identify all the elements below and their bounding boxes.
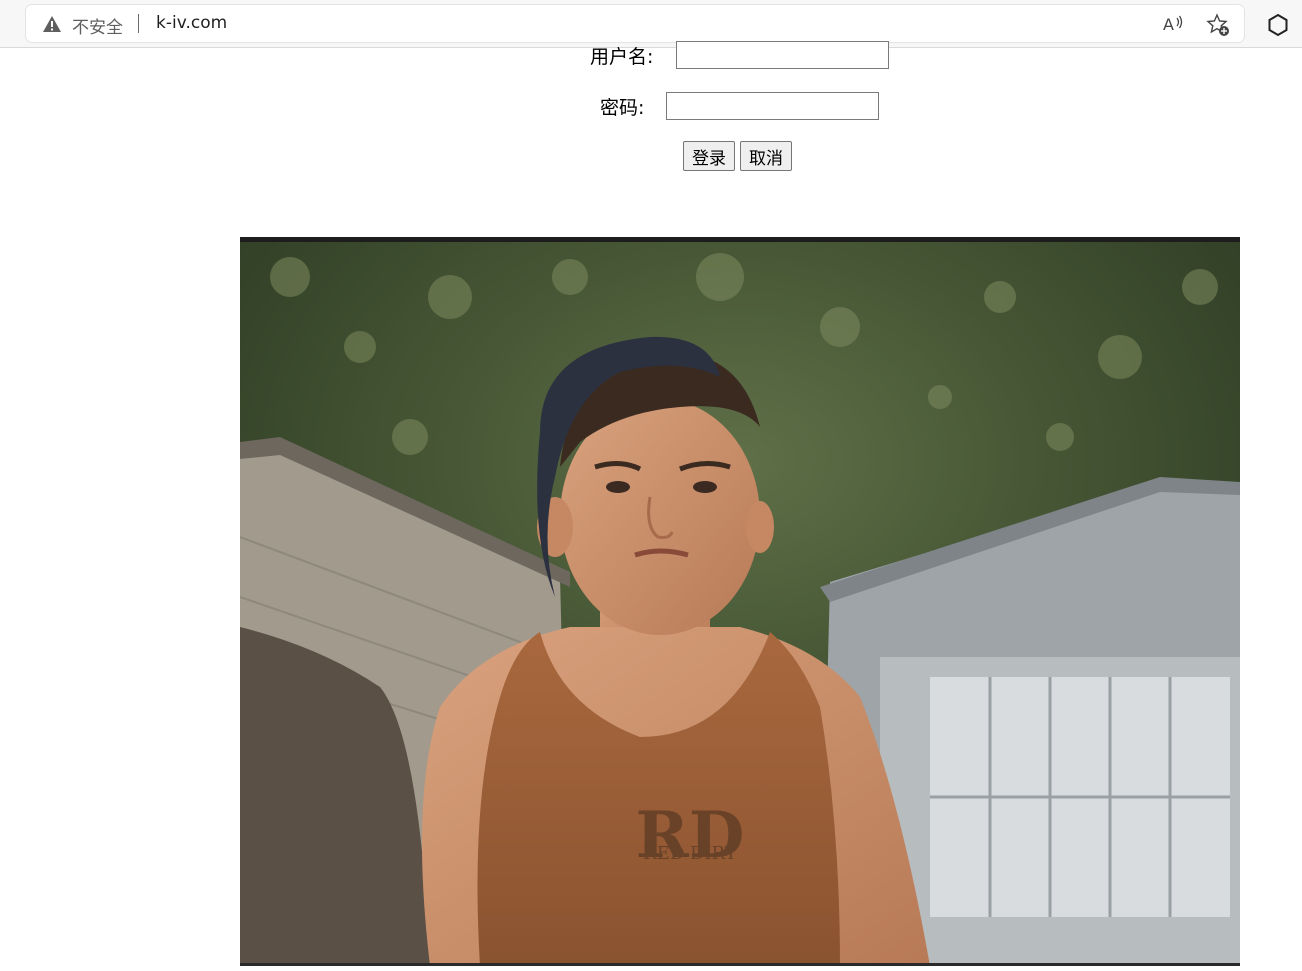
add-favorite-icon[interactable]	[1206, 13, 1230, 37]
login-button[interactable]: 登录	[683, 141, 735, 171]
address-separator	[138, 14, 139, 33]
password-row: 密码:	[600, 92, 879, 120]
form-buttons: 登录 取消	[683, 141, 792, 171]
username-input[interactable]	[676, 41, 889, 69]
username-row: 用户名:	[590, 41, 889, 69]
password-input[interactable]	[666, 92, 879, 120]
svg-text:A: A	[1163, 15, 1174, 34]
password-label: 密码:	[600, 96, 645, 119]
username-label: 用户名:	[590, 45, 654, 68]
photo: RD RED DIRT	[240, 237, 1240, 966]
warning-icon[interactable]	[42, 15, 62, 33]
url-text[interactable]: k-iv.com	[156, 13, 227, 33]
shirt-logo-text: RED DIRT	[643, 843, 737, 864]
address-bar[interactable]: 不安全 k-iv.com A	[26, 5, 1244, 42]
extensions-icon[interactable]	[1266, 13, 1290, 37]
read-aloud-icon[interactable]: A	[1162, 13, 1184, 35]
cancel-button[interactable]: 取消	[740, 141, 792, 171]
security-status[interactable]: 不安全	[72, 13, 123, 38]
